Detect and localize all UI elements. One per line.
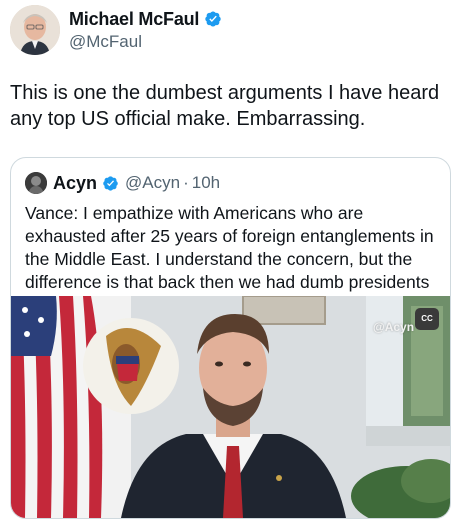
tweet-text: This is one the dumbest arguments I have… xyxy=(10,82,440,130)
author-display-name[interactable]: Michael McFaul xyxy=(69,9,199,30)
quoted-tweet-video[interactable]: @Acyn CC xyxy=(11,296,450,518)
author-avatar[interactable] xyxy=(10,5,60,55)
separator-dot: · xyxy=(183,173,189,192)
verified-badge-icon xyxy=(205,11,221,27)
quoted-author-handle[interactable]: @Acyn xyxy=(125,173,180,193)
quoted-tweet-time[interactable]: 10h xyxy=(192,173,220,193)
quoted-author-avatar[interactable] xyxy=(25,172,47,194)
quoted-tweet-header: Acyn @Acyn · 10h xyxy=(25,171,220,195)
video-watermark: @Acyn xyxy=(373,320,415,334)
author-handle[interactable]: @McFaul xyxy=(69,32,222,52)
quoted-tweet-text: Vance: I empathize with Americans who ar… xyxy=(25,203,434,292)
quoted-author-photo xyxy=(25,172,47,194)
quoted-tweet-card[interactable]: Acyn @Acyn · 10h Vance: I empathize with… xyxy=(10,157,451,519)
closed-captions-icon[interactable]: CC xyxy=(415,308,439,330)
quoted-author-display-name[interactable]: Acyn xyxy=(53,173,97,194)
tweet-header: Michael McFaul @McFaul xyxy=(10,5,450,55)
author-photo xyxy=(10,5,60,55)
quoted-verified-badge-icon xyxy=(103,175,118,191)
